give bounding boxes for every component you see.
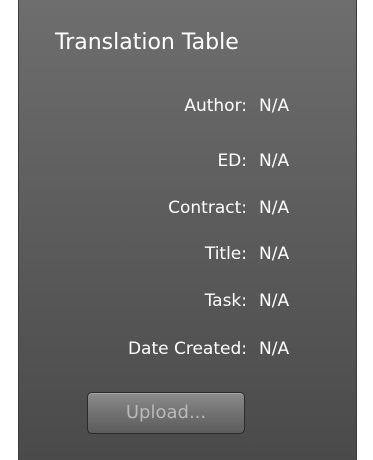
field-label-contract: Contract:: [168, 198, 247, 218]
field-row-task: Task: N/A: [19, 291, 358, 315]
panel-title: Translation Table: [55, 30, 239, 55]
field-label-ed: ED:: [217, 151, 247, 171]
field-row-date-created: Date Created: N/A: [19, 339, 358, 363]
field-value-author: N/A: [259, 96, 290, 116]
upload-button[interactable]: Upload...: [87, 392, 245, 434]
field-value-date-created: N/A: [259, 339, 290, 359]
field-row-contract: Contract: N/A: [19, 198, 358, 222]
field-row-ed: ED: N/A: [19, 151, 358, 175]
field-label-task: Task:: [204, 291, 247, 311]
field-row-author: Author: N/A: [19, 96, 358, 120]
field-label-title: Title:: [204, 244, 247, 264]
field-value-contract: N/A: [259, 198, 290, 218]
field-value-ed: N/A: [259, 151, 290, 171]
field-label-author: Author:: [184, 96, 247, 116]
field-label-date-created: Date Created:: [127, 339, 247, 359]
translation-table-panel: Translation Table Author: N/A ED: N/A Co…: [18, 0, 357, 460]
field-value-task: N/A: [259, 291, 290, 311]
field-row-title: Title: N/A: [19, 244, 358, 268]
field-value-title: N/A: [259, 244, 290, 264]
